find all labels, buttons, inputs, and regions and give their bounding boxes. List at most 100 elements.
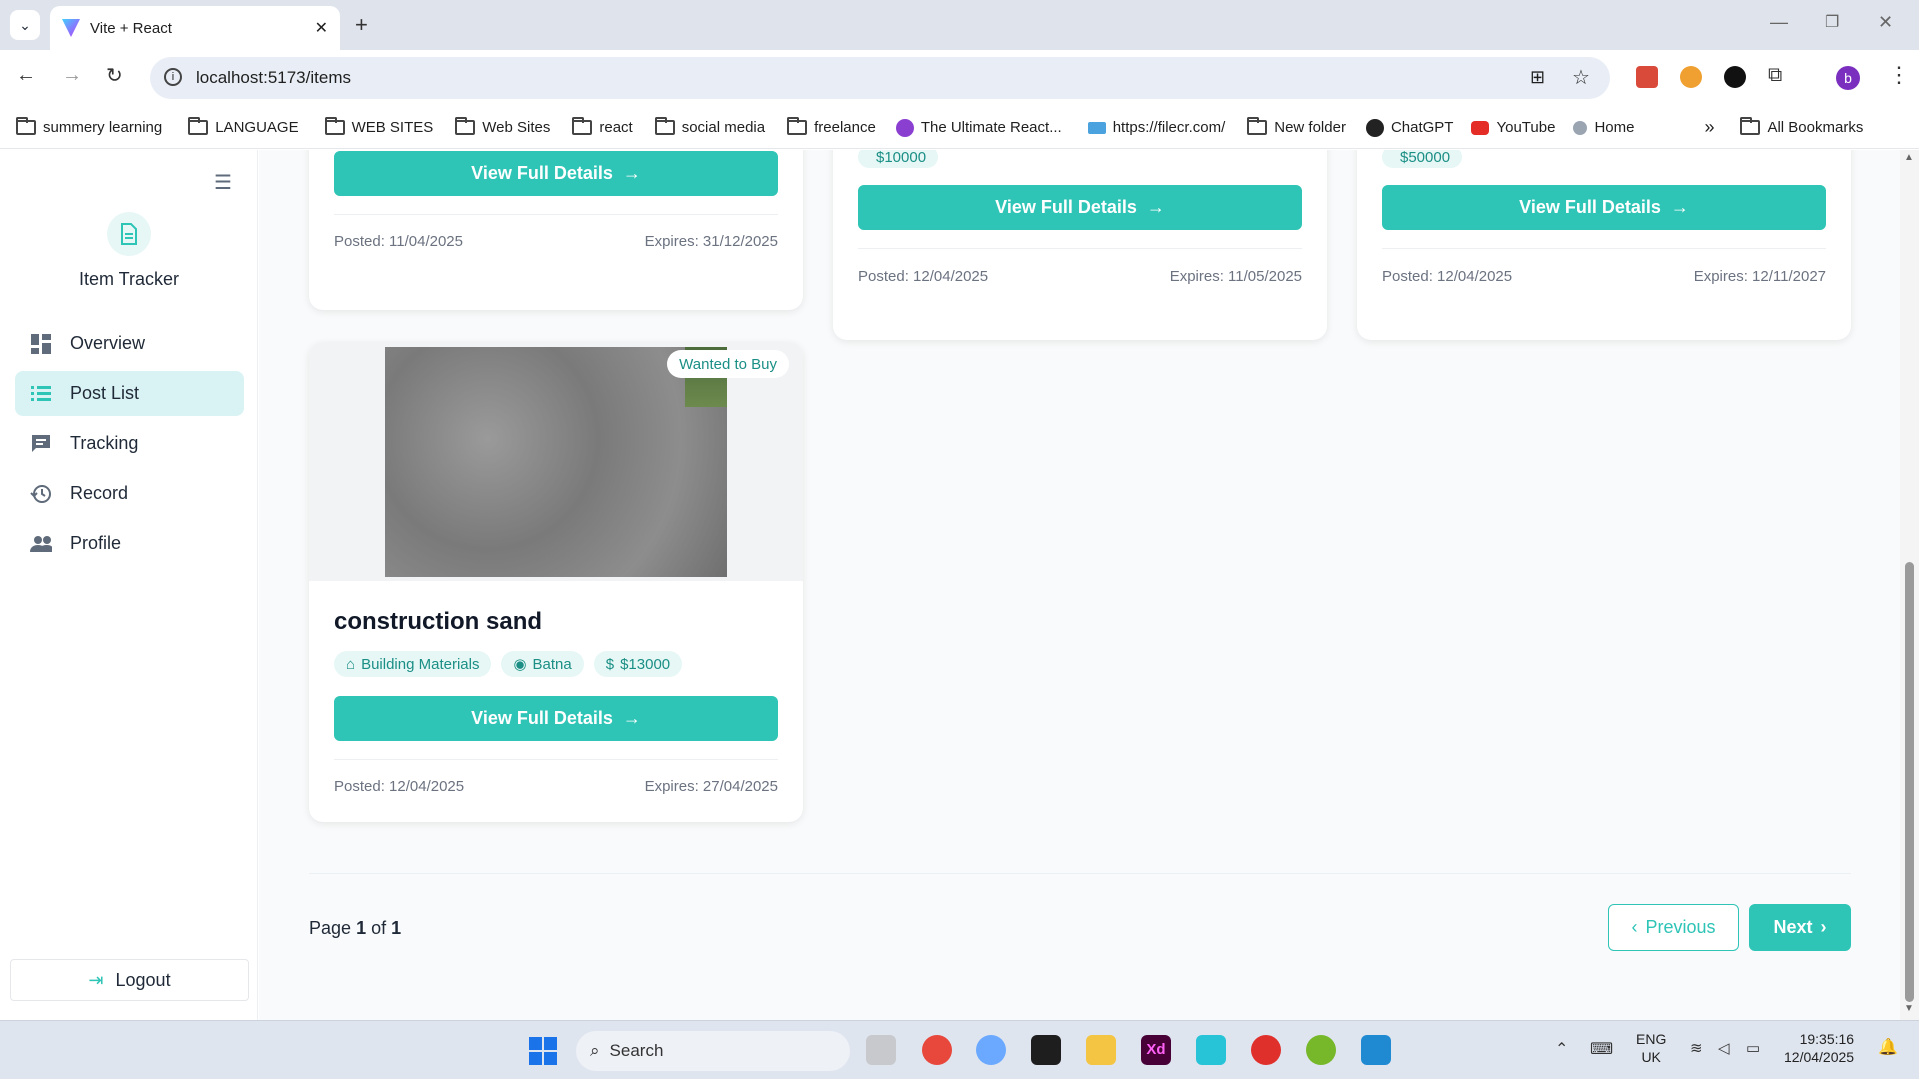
sidebar-item-post-list[interactable]: Post List (15, 371, 244, 416)
file-explorer-gray-icon[interactable] (866, 1035, 896, 1065)
sidebar-item-label: Post List (70, 383, 140, 403)
omnibox[interactable]: i localhost:5173/items ⊞ ☆ (150, 57, 1610, 99)
battery-icon[interactable]: ▭ (1746, 1039, 1760, 1057)
menu-kebab-icon[interactable]: ⋮ (1888, 62, 1910, 88)
folder-app-icon[interactable] (1086, 1035, 1116, 1065)
bookmark-social-media[interactable]: social media (654, 117, 765, 136)
post-card-construction-sand: Wanted to Buy construction sand ⌂ Buildin… (309, 342, 803, 822)
close-window-icon[interactable]: ✕ (1878, 12, 1893, 33)
price-chip-partial: $50000 (1382, 150, 1472, 168)
keyboard-icon[interactable]: ⌨ (1590, 1039, 1613, 1059)
previous-button[interactable]: ‹ Previous (1608, 904, 1739, 951)
site-info-icon[interactable]: i (164, 68, 182, 86)
history-icon (30, 483, 52, 505)
next-button[interactable]: Next › (1749, 904, 1851, 951)
new-tab-icon[interactable]: + (355, 12, 368, 38)
utorrent-icon[interactable] (1306, 1035, 1336, 1065)
view-details-button[interactable]: View Full Details → (858, 185, 1302, 230)
bookmark-ultimate-react[interactable]: The Ultimate React... (895, 118, 1062, 137)
wps-icon[interactable] (1251, 1035, 1281, 1065)
chip-label: $50000 (1400, 150, 1451, 166)
chrome-icon[interactable] (922, 1035, 952, 1065)
bookmark-filecr[interactable]: https://filecr.com/ (1087, 119, 1225, 136)
bookmark-web-sites-upper[interactable]: WEB SITES (324, 117, 433, 136)
windows-start-icon[interactable] (529, 1037, 557, 1065)
tab-title: Vite + React (90, 19, 172, 37)
logout-button[interactable]: ⇥ Logout (10, 959, 249, 1001)
tab-search-icon[interactable]: ⌄ (10, 10, 40, 40)
card-image-area: Wanted to Buy (309, 342, 803, 581)
lang-primary: ENG (1636, 1031, 1667, 1047)
bookmark-label: freelance (814, 119, 876, 136)
bookmark-web-sites[interactable]: Web Sites (455, 117, 550, 136)
bookmark-chatgpt[interactable]: ChatGPT (1365, 118, 1453, 137)
copilot-icon[interactable] (976, 1035, 1006, 1065)
scroll-up-icon[interactable]: ▲ (1904, 152, 1914, 163)
vscode-icon[interactable] (1361, 1035, 1391, 1065)
extension-icon-2[interactable] (1680, 66, 1702, 88)
restore-icon[interactable]: ❐ (1825, 12, 1839, 32)
sidebar-item-tracking[interactable]: Tracking (15, 421, 244, 466)
scroll-down-icon[interactable]: ▼ (1904, 1003, 1914, 1014)
view-details-button[interactable]: View Full Details → (334, 696, 778, 741)
posted-date: Posted: 12/04/2025 (334, 778, 465, 795)
tray-chevron-icon[interactable]: ⌃ (1555, 1039, 1568, 1059)
chevron-left-icon: ‹ (1631, 917, 1638, 937)
lang-secondary: UK (1641, 1049, 1661, 1065)
forward-icon[interactable]: → (62, 64, 82, 87)
home-site-icon (1573, 120, 1588, 135)
chevron-right-icon: › (1820, 917, 1827, 937)
reload-icon[interactable]: ↻ (106, 63, 123, 88)
location-pin-icon: ◉ (513, 656, 527, 673)
arrow-right-icon: → (1670, 197, 1689, 217)
folder-icon (1247, 117, 1268, 135)
view-details-button[interactable]: View Full Details → (1382, 185, 1826, 230)
price-chip: $10000 (858, 150, 939, 168)
sidebar-item-label: Overview (70, 333, 146, 353)
bookmark-new-folder[interactable]: New folder (1247, 117, 1346, 136)
bookmarks-bar: summery learning LANGUAGE WEB SITES Web … (0, 107, 1919, 149)
extensions-puzzle-icon[interactable]: ⧉ (1768, 64, 1782, 87)
sidebar-item-profile[interactable]: Profile (15, 521, 244, 566)
figma-icon[interactable] (1031, 1035, 1061, 1065)
collapse-sidebar-icon[interactable]: ☰ (214, 170, 232, 195)
folder-icon (572, 117, 593, 135)
minimize-icon[interactable]: — (1770, 12, 1788, 33)
divider (334, 214, 778, 215)
wifi-icon[interactable]: ≋ (1690, 1039, 1703, 1057)
volume-icon[interactable]: ◁ (1718, 1039, 1730, 1057)
bookmark-youtube[interactable]: YouTube (1471, 119, 1555, 136)
language-indicator[interactable]: ENG UK (1636, 1030, 1666, 1066)
bookmark-react[interactable]: react (572, 117, 633, 136)
sidebar-item-overview[interactable]: Overview (15, 321, 244, 366)
page-scrollbar[interactable]: ▲ ▼ (1900, 150, 1919, 1020)
star-icon[interactable]: ☆ (1572, 65, 1590, 90)
translate-icon[interactable]: ⊞ (1530, 67, 1545, 88)
taskbar-search[interactable]: ⌕ Search (576, 1031, 850, 1071)
chip-label: Batna (532, 655, 572, 673)
extension-icon-1[interactable] (1636, 66, 1658, 88)
clock[interactable]: 19:35:16 12/04/2025 (1784, 1030, 1854, 1066)
divider (1382, 248, 1826, 249)
document-icon (107, 212, 151, 256)
sidebar-item-record[interactable]: Record (15, 471, 244, 516)
app-star-icon[interactable] (1196, 1035, 1226, 1065)
bookmark-language[interactable]: LANGUAGE (188, 117, 299, 136)
bookmark-home[interactable]: Home (1573, 119, 1634, 136)
profile-avatar[interactable]: b (1836, 66, 1860, 90)
extension-icon-3[interactable] (1724, 66, 1746, 88)
view-details-button[interactable]: View Full Details → (334, 151, 778, 196)
post-chips: ⌂ Building Materials ◉ Batna $ $13000 (334, 651, 692, 677)
adobe-xd-icon[interactable]: Xd (1141, 1035, 1171, 1065)
bookmark-freelance[interactable]: freelance (787, 117, 876, 136)
folder-icon (654, 117, 675, 135)
browser-tab[interactable]: Vite + React ✕ (50, 6, 340, 50)
close-tab-icon[interactable]: ✕ (315, 18, 328, 38)
more-bookmarks-icon[interactable]: » (1704, 117, 1714, 138)
notification-bell-icon[interactable]: 🔔 (1878, 1037, 1898, 1057)
all-bookmarks[interactable]: All Bookmarks (1740, 117, 1863, 136)
bookmark-summery-learning[interactable]: summery learning (16, 117, 162, 136)
page-of: of (371, 918, 387, 938)
back-icon[interactable]: ← (16, 64, 36, 87)
scrollbar-thumb[interactable] (1905, 562, 1914, 1002)
